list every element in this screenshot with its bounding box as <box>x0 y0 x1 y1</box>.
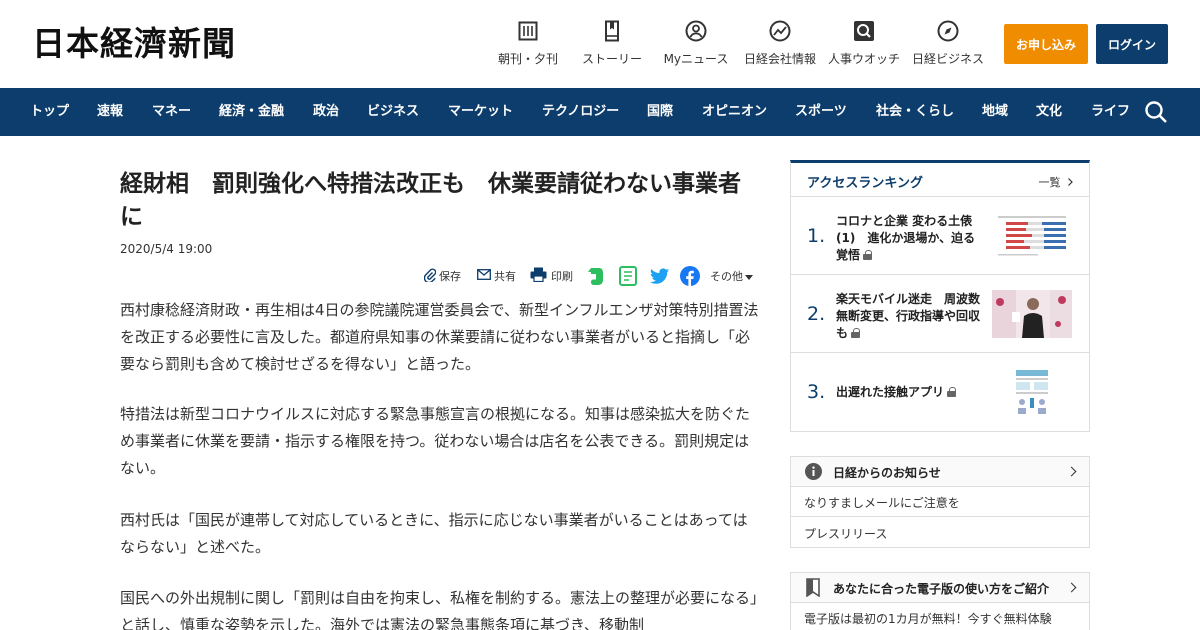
chart-icon <box>769 20 791 42</box>
nav-label: 人事ウオッチ <box>827 52 900 66</box>
lock-icon <box>863 250 873 260</box>
search-person-icon <box>853 20 875 42</box>
share-label: 共有 <box>494 270 516 283</box>
nav-story[interactable]: ストーリー <box>567 20 657 67</box>
site-header: 日本経濟新聞 朝刊・夕刊 ストーリー Myニュース 日経会社情報 人事ウオッチ <box>0 0 1200 88</box>
lock-icon <box>947 387 957 397</box>
login-button[interactable]: ログイン <box>1096 24 1168 64</box>
ranking-thumbnail <box>992 290 1072 338</box>
nav-label: ストーリー <box>581 52 642 66</box>
ranking-more-link[interactable]: 一覧 <box>1039 174 1074 190</box>
print-button[interactable]: 印刷 <box>530 266 573 286</box>
chevron-right-icon <box>1068 176 1073 189</box>
nav-item-economy[interactable]: 経済・金融 <box>219 88 284 136</box>
person-icon <box>685 20 707 42</box>
nav-my-news[interactable]: Myニュース <box>651 20 741 67</box>
ranking-more-label: 一覧 <box>1038 176 1061 189</box>
access-ranking: アクセスランキング 一覧 1. コロナと企業 変わる土俵(1) 進化か退場か、迫… <box>790 160 1090 432</box>
save-button[interactable]: 保存 <box>423 266 461 286</box>
nav-company-info[interactable]: 日経会社情報 <box>735 20 825 67</box>
promo-text: 電子版は最初の1カ月が無料！今すぐ無料体験 <box>804 612 1052 626</box>
nav-item-sports[interactable]: スポーツ <box>795 88 847 136</box>
ranking-text: 楽天モバイル迷走 周波数無断変更、行政指導や回収も <box>836 292 981 340</box>
promo-title: あなたに合った電子版の使い方をご紹介 <box>833 582 1050 596</box>
chevron-right-icon <box>1066 582 1077 593</box>
nav-personnel-watch[interactable]: 人事ウオッチ <box>819 20 909 67</box>
nav-nikkei-business[interactable]: 日経ビジネス <box>903 20 993 67</box>
article-paragraph: 国民への外出規制に関し「罰則は自由を拘束し、私権を制約する。憲法上の整理が必要に… <box>120 589 758 630</box>
announcement-text: なりすましメールにご注意を <box>804 496 960 510</box>
announcement-link[interactable]: プレスリリース <box>791 518 1089 548</box>
nav-item-life[interactable]: ライフ <box>1091 88 1130 136</box>
book-icon <box>601 20 623 42</box>
search-icon[interactable] <box>1144 100 1168 124</box>
announcements-title: 日経からのお知らせ <box>833 466 941 480</box>
nav-item-society[interactable]: 社会・くらし <box>876 88 954 136</box>
ranking-text: 出遅れた接触アプリ <box>836 384 984 401</box>
ranking-item[interactable]: 2. 楽天モバイル迷走 周波数無断変更、行政指導や回収も <box>791 275 1089 353</box>
nav-paper-edition[interactable]: 朝刊・夕刊 <box>483 20 573 67</box>
nav-item-market[interactable]: マーケット <box>448 88 513 136</box>
lock-icon <box>851 328 861 338</box>
ranking-number: 3. <box>807 381 826 403</box>
digital-edition-promo: あなたに合った電子版の使い方をご紹介 電子版は最初の1カ月が無料！今すぐ無料体験 <box>790 572 1090 630</box>
nav-item-top[interactable]: トップ <box>30 88 69 136</box>
nav-label: 日経ビジネス <box>911 52 984 66</box>
nav-item-opinion[interactable]: オピニオン <box>702 88 767 136</box>
promo-header[interactable]: あなたに合った電子版の使い方をご紹介 <box>791 573 1089 603</box>
article-paragraph: 西村康稔経済財政・再生相は4日の参院議院運営委員会で、新型インフルエンザ対策特別… <box>120 301 759 373</box>
nav-item-international[interactable]: 国際 <box>647 88 673 136</box>
compass-icon <box>937 20 959 42</box>
printer-icon <box>530 267 547 285</box>
other-label: その他 <box>710 270 743 283</box>
site-logo[interactable]: 日本経濟新聞 <box>32 26 236 62</box>
facebook-icon[interactable] <box>680 266 700 286</box>
announcement-text: プレスリリース <box>804 527 888 541</box>
info-icon <box>805 463 822 483</box>
announcements: 日経からのお知らせ なりすましメールにご注意を プレスリリース <box>790 456 1090 548</box>
nav-item-politics[interactable]: 政治 <box>313 88 339 136</box>
nav-item-region[interactable]: 地域 <box>982 88 1008 136</box>
share-button[interactable]: 共有 <box>477 266 516 286</box>
article-paragraph: 西村氏は「国民が連帯して対応しているときに、指示に応じない事業者がいることはあっ… <box>120 511 748 556</box>
ranking-number: 2. <box>807 303 826 325</box>
paperclip-icon <box>423 268 437 285</box>
ranking-text: コロナと企業 変わる土俵(1) 進化か退場か、迫る覚悟 <box>836 214 976 262</box>
more-share-button[interactable]: その他 <box>710 266 753 286</box>
article-date: 2020/5/4 19:00 <box>120 242 213 256</box>
evernote-icon[interactable] <box>587 266 605 286</box>
nav-item-culture[interactable]: 文化 <box>1036 88 1062 136</box>
announcement-link[interactable]: なりすましメールにご注意を <box>791 487 1089 517</box>
nav-item-breaking[interactable]: 速報 <box>97 88 123 136</box>
promo-link[interactable]: 電子版は最初の1カ月が無料！今すぐ無料体験 <box>791 603 1089 630</box>
caret-down-icon <box>745 270 753 283</box>
bookmark-icon[interactable] <box>619 266 637 286</box>
ranking-number: 1. <box>807 225 826 247</box>
nav-item-technology[interactable]: テクノロジー <box>542 88 619 136</box>
print-label: 印刷 <box>551 270 573 283</box>
mail-icon <box>477 269 491 283</box>
ranking-title: アクセスランキング <box>807 176 923 191</box>
bookmark-flag-icon <box>806 578 820 600</box>
ranking-thumbnail <box>992 368 1072 416</box>
subscribe-button[interactable]: お申し込み <box>1004 24 1088 64</box>
ranking-item[interactable]: 1. コロナと企業 変わる土俵(1) 進化か退場か、迫る覚悟 <box>791 197 1089 275</box>
nav-label: 朝刊・夕刊 <box>497 52 558 66</box>
announcements-header[interactable]: 日経からのお知らせ <box>791 457 1089 487</box>
nav-label: Myニュース <box>663 52 729 66</box>
main-navigation: トップ 速報 マネー 経済・金融 政治 ビジネス マーケット テクノロジー 国際… <box>0 88 1200 136</box>
chevron-right-icon <box>1066 466 1077 477</box>
ranking-item[interactable]: 3. 出遅れた接触アプリ <box>791 353 1089 431</box>
ranking-thumbnail <box>992 212 1072 260</box>
nav-label: 日経会社情報 <box>743 52 816 66</box>
nav-item-business[interactable]: ビジネス <box>367 88 419 136</box>
ranking-header: アクセスランキング 一覧 <box>791 163 1089 197</box>
save-label: 保存 <box>439 270 461 283</box>
article-title: 経財相 罰則強化へ特措法改正も 休業要請従わない事業者に <box>120 171 741 230</box>
article-paragraph: 特措法は新型コロナウイルスに対応する緊急事態宣言の根拠になる。知事は感染拡大を防… <box>120 405 751 477</box>
newspaper-icon <box>517 20 539 42</box>
nav-item-money[interactable]: マネー <box>152 88 191 136</box>
twitter-icon[interactable] <box>650 266 670 286</box>
